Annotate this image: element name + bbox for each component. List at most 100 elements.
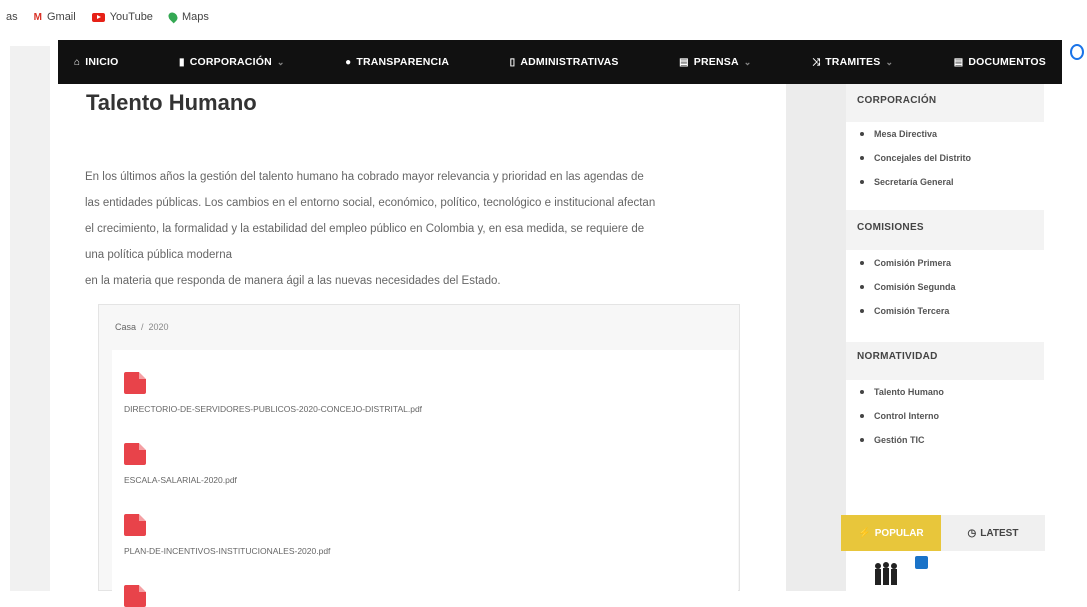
bookmark-label: YouTube [109,11,153,23]
nav-item-corporacion[interactable]: ▮ CORPORACIÓN ⌄ [179,56,285,68]
bookmark-label: Gmail [46,11,76,23]
nav-item-inicio[interactable]: ⌂ INICIO [74,56,119,68]
document-name[interactable]: PLAN-DE-INCENTIVOS-INSTITUCIONALES-2020.… [124,546,330,556]
page-title: Talento Humano [86,90,257,115]
breadcrumb-separator: / [141,322,144,332]
bookmark-label: as [6,11,18,23]
sidebar-link[interactable]: Secretaría General [860,177,954,187]
edge-search-icon[interactable] [1070,44,1084,60]
bullet-icon [860,390,864,394]
breadcrumb-current: 2020 [148,322,169,332]
sidebar-link[interactable]: Comisión Segunda [860,282,956,292]
sidebar-link-label: Control Interno [874,411,939,421]
nav-item-documentos[interactable]: ▤ DOCUMENTOS [954,56,1046,68]
pdf-file-icon [124,372,146,394]
nav-item-prensa[interactable]: ▤ PRENSA ⌄ [679,56,751,68]
bookmark-youtube[interactable]: YouTube [91,11,153,23]
nav-label: INICIO [85,56,119,68]
chevron-down-icon: ⌄ [276,56,285,67]
breadcrumb-home-link[interactable]: Casa [115,322,136,332]
sidebar-link-label: Secretaría General [874,177,954,187]
document-item-partial[interactable] [124,585,146,607]
bookmark-label: Maps [181,11,209,23]
sidebar-link-label: Mesa Directiva [874,129,938,139]
tab-label: POPULAR [874,527,924,539]
shuffle-icon: ⤨ [811,56,821,68]
document-item[interactable]: ESCALA-SALARIAL-2020.pdf [124,443,237,485]
info-icon: ● [345,56,352,68]
bookmark-maps[interactable]: Maps [166,10,209,24]
sidebar-link-label: Talento Humano [874,387,944,397]
bookmarks-bar: as M Gmail YouTube Maps [0,0,1087,34]
sidebar-link-label: Comisión Tercera [874,306,950,316]
sidebar-link-label: Comisión Primera [874,258,952,268]
sidebar-gutter [786,84,846,591]
bullet-icon [860,180,864,184]
gmail-icon: M [33,11,42,23]
document-item[interactable]: PLAN-DE-INCENTIVOS-INSTITUCIONALES-2020.… [124,514,330,556]
document-icon: ▯ [509,56,516,68]
building-icon: ▮ [179,56,185,68]
nav-label: ADMINISTRATIVAS [520,56,619,68]
intro-text: En los últimos años la gestión del talen… [85,164,755,294]
document-name[interactable]: DIRECTORIO-DE-SERVIDORES-PUBLICOS-2020-C… [124,404,422,414]
nav-label: CORPORACIÓN [189,56,272,68]
bookmark-partial[interactable]: as [6,11,18,23]
breadcrumb: Casa / 2020 [98,304,740,350]
tab-popular[interactable]: ⚡ POPULAR [841,515,941,551]
maps-icon [166,10,180,24]
intro-line: una política pública moderna [85,249,233,261]
sidebar-link[interactable]: Control Interno [860,411,939,421]
chevron-down-icon: ⌄ [885,56,894,67]
bullet-icon [860,132,864,136]
widget-title: COMISIONES [857,222,924,233]
sidebar-link[interactable]: Gestión TIC [860,435,925,445]
document-item[interactable]: DIRECTORIO-DE-SERVIDORES-PUBLICOS-2020-C… [124,372,422,414]
bullet-icon [860,261,864,265]
main-nav: ⌂ INICIO ▮ CORPORACIÓN ⌄ ● TRANSPARENCIA… [58,40,1062,84]
pdf-file-icon [124,514,146,536]
sidebar-link[interactable]: Mesa Directiva [860,129,937,139]
nav-item-transparencia[interactable]: ● TRANSPARENCIA [345,56,449,68]
clock-icon: ◷ [967,527,977,539]
left-gutter [10,46,50,591]
folder-icon: ▤ [953,56,964,68]
bullet-icon [860,156,864,160]
bullet-icon [860,285,864,289]
intro-line: En los últimos años la gestión del talen… [85,171,644,183]
bookmark-gmail[interactable]: M Gmail [34,11,76,23]
widget-title: CORPORACIÓN [857,95,937,106]
sidebar-link[interactable]: Comisión Tercera [860,306,949,316]
intro-line: el crecimiento, la formalidad y la estab… [85,223,645,235]
sidebar-link-label: Concejales del Distrito [874,153,972,163]
sidebar-link[interactable]: Concejales del Distrito [860,153,971,163]
bullet-icon [860,309,864,313]
bullet-icon [860,414,864,418]
post-thumbnail-people[interactable] [872,558,910,588]
newspaper-icon: ▤ [679,56,689,68]
nav-label: TRANSPARENCIA [356,56,450,68]
intro-line: las entidades públicas. Los cambios en e… [85,197,656,209]
sidebar-link-label: Comisión Segunda [874,282,956,292]
sidebar-link[interactable]: Comisión Primera [860,258,951,268]
document-name[interactable]: ESCALA-SALARIAL-2020.pdf [124,475,237,485]
sidebar-link-label: Gestión TIC [874,435,925,445]
pdf-file-icon [124,443,146,465]
tab-label: LATEST [980,527,1019,539]
youtube-icon [91,12,105,22]
home-icon: ⌂ [74,56,81,68]
nav-label: DOCUMENTOS [968,56,1046,68]
tab-latest[interactable]: ◷ LATEST [941,515,1045,551]
bullet-icon [860,438,864,442]
nav-item-tramites[interactable]: ⤨ TRAMITES ⌄ [812,56,893,68]
trending-icon: ⚡ [858,527,871,539]
sidebar-link[interactable]: Talento Humano [860,387,944,397]
nav-label: PRENSA [693,56,739,68]
chevron-down-icon: ⌄ [743,56,752,67]
pdf-file-icon [124,585,146,607]
widget-title: NORMATIVIDAD [857,351,938,362]
nav-label: TRAMITES [825,56,881,68]
intro-line: en la materia que responda de manera ági… [85,275,501,287]
nav-item-administrativas[interactable]: ▯ ADMINISTRATIVAS [510,56,619,68]
post-thumbnail-badge [915,556,928,569]
